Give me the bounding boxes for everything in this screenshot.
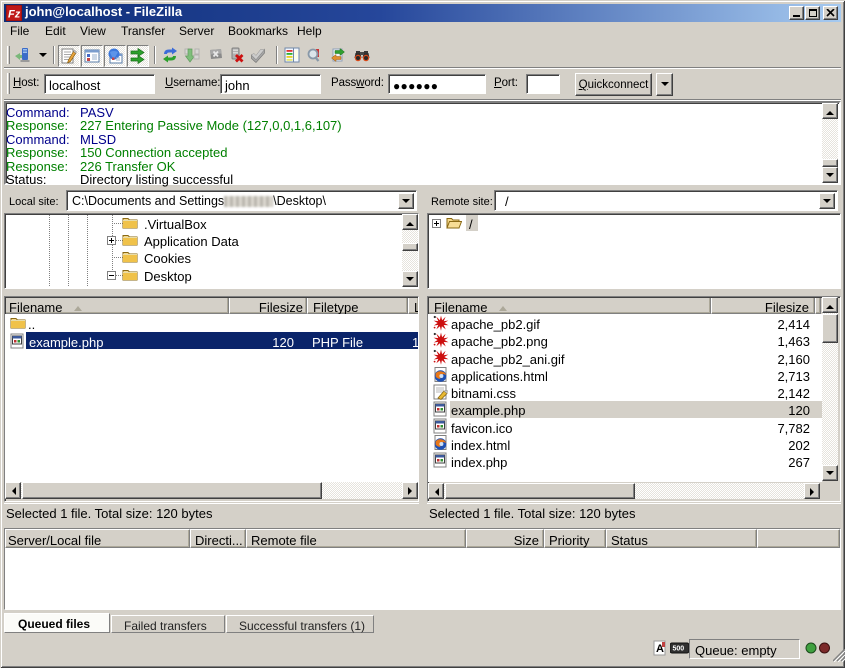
svg-text:500: 500 (673, 646, 685, 653)
svg-text:Fz: Fz (8, 9, 21, 21)
